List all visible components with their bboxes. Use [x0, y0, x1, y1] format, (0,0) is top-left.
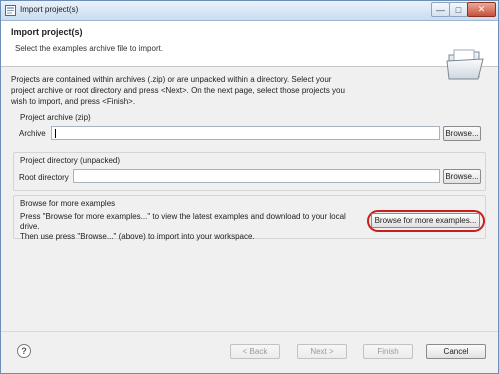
help-icon[interactable]: ? [17, 344, 31, 358]
close-button[interactable]: ✕ [467, 2, 496, 17]
text-caret [55, 129, 56, 138]
browse-more-examples-button[interactable]: Browse for more examples... [371, 213, 480, 228]
next-button[interactable]: Next > [297, 344, 347, 359]
intro-line: wish to import, and press <Finish>. [11, 97, 136, 106]
root-directory-input[interactable] [73, 169, 440, 183]
close-icon: ✕ [477, 4, 486, 14]
maximize-button[interactable]: □ [449, 2, 468, 17]
footer-separator [1, 331, 498, 332]
title-bar[interactable]: Import project(s) — □ ✕ [1, 1, 498, 21]
intro-text: Projects are contained within archives (… [11, 74, 361, 107]
open-folder-icon [446, 49, 484, 80]
description-line: Press "Browse for more examples..." to v… [20, 212, 346, 231]
minimize-button[interactable]: — [431, 2, 450, 17]
directory-group-label: Project directory (unpacked) [20, 156, 121, 165]
directory-browse-button[interactable]: Browse... [443, 169, 481, 184]
archive-input[interactable] [51, 126, 440, 140]
maximize-icon: □ [455, 4, 462, 15]
back-button[interactable]: < Back [230, 344, 280, 359]
archive-browse-button[interactable]: Browse... [443, 126, 481, 141]
more-examples-description: Press "Browse for more examples..." to v… [20, 212, 365, 242]
page-subtitle: Select the examples archive file to impo… [15, 44, 164, 53]
intro-line: Projects are contained within archives (… [11, 75, 332, 84]
archive-label: Archive [19, 129, 46, 138]
page-title: Import project(s) [11, 27, 83, 37]
archive-group-label: Project archive (zip) [20, 113, 91, 122]
import-dialog: Import project(s) — □ ✕ Import project(s… [0, 0, 499, 374]
more-examples-group-label: Browse for more examples [20, 199, 116, 208]
finish-button[interactable]: Finish [363, 344, 413, 359]
wizard-header: Import project(s) Select the examples ar… [1, 21, 498, 80]
root-directory-label: Root directory [19, 173, 69, 182]
app-icon [5, 5, 16, 16]
minimize-icon: — [436, 4, 445, 15]
cancel-button[interactable]: Cancel [426, 344, 486, 359]
window-title: Import project(s) [20, 5, 79, 14]
description-line: Then use press "Browse..." (above) to im… [20, 232, 255, 241]
intro-line: project archive or root directory and pr… [11, 86, 345, 95]
